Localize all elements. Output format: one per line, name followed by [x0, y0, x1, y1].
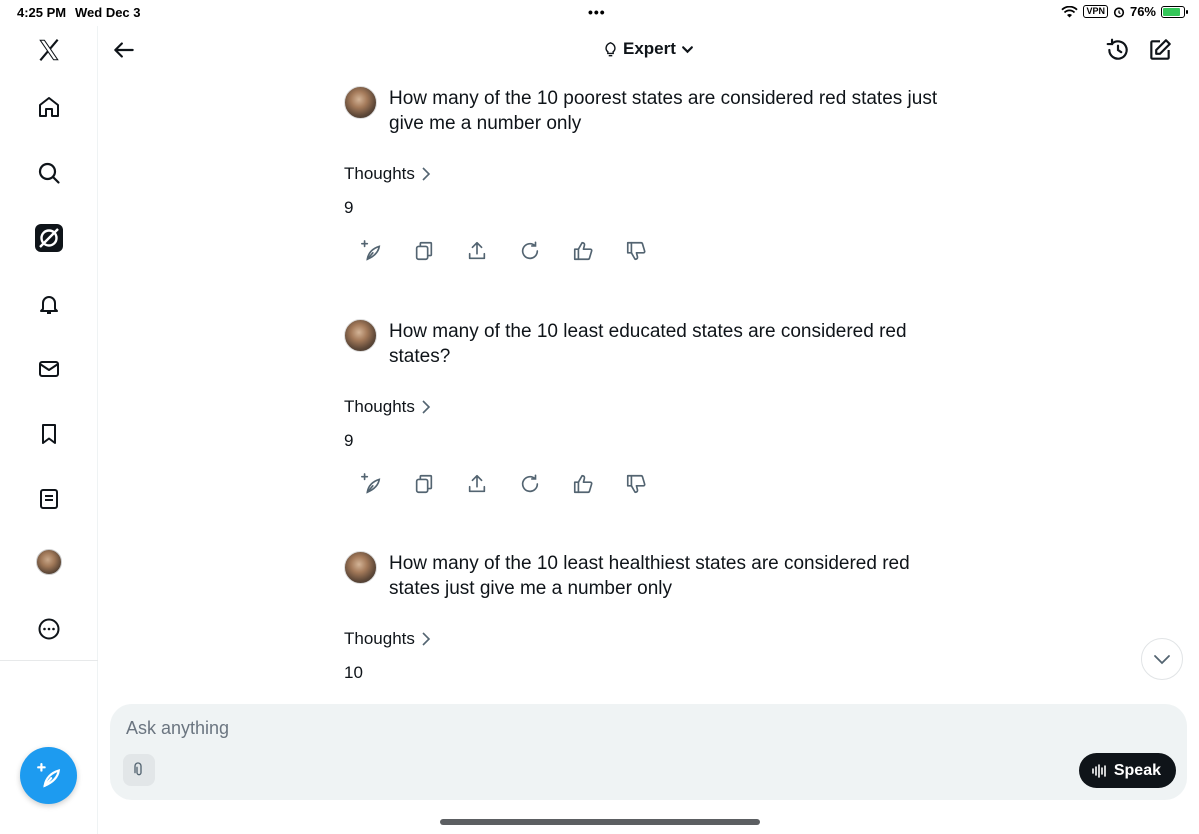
- thumbs-up-icon[interactable]: [572, 240, 594, 262]
- response-actions: [344, 240, 944, 262]
- speak-label: Speak: [1113, 761, 1161, 779]
- thumbs-down-icon[interactable]: [625, 473, 647, 495]
- compose-post-button[interactable]: [20, 747, 77, 804]
- thoughts-toggle[interactable]: Thoughts: [344, 164, 944, 184]
- mode-label: Expert: [623, 39, 676, 58]
- speak-button[interactable]: Speak: [1078, 753, 1176, 788]
- conversation-turn: How many of the 10 poorest states are co…: [344, 86, 944, 262]
- battery-percent: 76%: [1129, 4, 1156, 19]
- thoughts-label: Thoughts: [344, 629, 415, 648]
- paperclip-icon: [134, 762, 142, 776]
- status-bar: 4:25 PM Wed Dec 3 ••• VPN 76%: [0, 0, 1199, 26]
- refresh-icon[interactable]: [519, 473, 541, 495]
- profile-avatar[interactable]: [35, 548, 63, 576]
- voice-waveform-icon: [1092, 763, 1106, 778]
- chevron-down-icon: [682, 45, 693, 53]
- search-icon[interactable]: [35, 159, 63, 187]
- messages-mail-icon[interactable]: [35, 355, 63, 383]
- grok-icon[interactable]: [35, 224, 63, 252]
- battery-icon: [1161, 5, 1188, 18]
- user-question: How many of the 10 least educated states…: [389, 321, 907, 367]
- attach-button[interactable]: [123, 754, 155, 786]
- home-indicator[interactable]: [440, 819, 760, 825]
- battery-fill: [1163, 7, 1180, 16]
- history-button[interactable]: [1105, 37, 1131, 63]
- mode-selector[interactable]: Expert: [603, 39, 694, 59]
- share-icon[interactable]: [466, 473, 488, 495]
- history-clock-icon: [1106, 38, 1128, 60]
- response-actions: [344, 473, 944, 495]
- x-logo-icon[interactable]: [35, 36, 63, 64]
- conversation-turn: How many of the 10 least educated states…: [344, 319, 944, 495]
- lightbulb-icon: [605, 42, 616, 57]
- grok-answer: 10: [344, 663, 363, 682]
- chevron-right-icon: [422, 632, 431, 646]
- user-question: How many of the 10 poorest states are co…: [389, 88, 938, 134]
- ask-input[interactable]: [126, 718, 1026, 739]
- thoughts-label: Thoughts: [344, 164, 415, 183]
- multitasking-dots[interactable]: •••: [588, 4, 606, 20]
- status-time: 4:25 PM: [17, 5, 67, 20]
- sidebar-nav: [0, 26, 98, 834]
- more-options-icon[interactable]: [35, 615, 63, 643]
- lists-icon[interactable]: [35, 485, 63, 513]
- copy-icon[interactable]: [413, 240, 435, 262]
- composer: Speak: [110, 704, 1187, 800]
- copy-icon[interactable]: [413, 473, 435, 495]
- scroll-to-bottom-button[interactable]: [1141, 638, 1183, 680]
- wifi-icon: [1061, 5, 1079, 17]
- grok-answer: 9: [344, 198, 354, 217]
- thumbs-up-icon[interactable]: [572, 473, 594, 495]
- thoughts-label: Thoughts: [344, 397, 415, 416]
- edit-compose-icon: [1150, 39, 1171, 60]
- conversation-turn: How many of the 10 least healthiest stat…: [344, 551, 944, 683]
- home-icon[interactable]: [35, 93, 63, 121]
- user-avatar: [344, 319, 377, 352]
- chevron-right-icon: [422, 400, 431, 414]
- alarm-icon: [1113, 6, 1125, 18]
- back-arrow-icon: [114, 42, 134, 58]
- thoughts-toggle[interactable]: Thoughts: [344, 397, 944, 417]
- user-question: How many of the 10 least healthiest stat…: [389, 553, 910, 599]
- sidebar-divider: [0, 660, 98, 661]
- chevron-right-icon: [422, 167, 431, 181]
- back-button[interactable]: [111, 37, 137, 63]
- thoughts-toggle[interactable]: Thoughts: [344, 629, 944, 649]
- status-indicators: VPN 76%: [1061, 4, 1188, 19]
- regenerate-spark-icon[interactable]: [360, 473, 382, 495]
- new-chat-button[interactable]: [1147, 37, 1173, 63]
- user-avatar: [344, 86, 377, 119]
- refresh-icon[interactable]: [519, 240, 541, 262]
- bookmark-icon[interactable]: [35, 420, 63, 448]
- share-icon[interactable]: [466, 240, 488, 262]
- status-date: Wed Dec 3: [75, 5, 141, 20]
- thumbs-down-icon[interactable]: [625, 240, 647, 262]
- regenerate-spark-icon[interactable]: [360, 240, 382, 262]
- compose-feather-icon: [36, 762, 60, 788]
- notifications-bell-icon[interactable]: [35, 290, 63, 318]
- user-avatar: [344, 551, 377, 584]
- grok-answer: 9: [344, 431, 354, 450]
- vpn-badge: VPN: [1083, 5, 1108, 18]
- chevron-down-icon: [1154, 655, 1170, 665]
